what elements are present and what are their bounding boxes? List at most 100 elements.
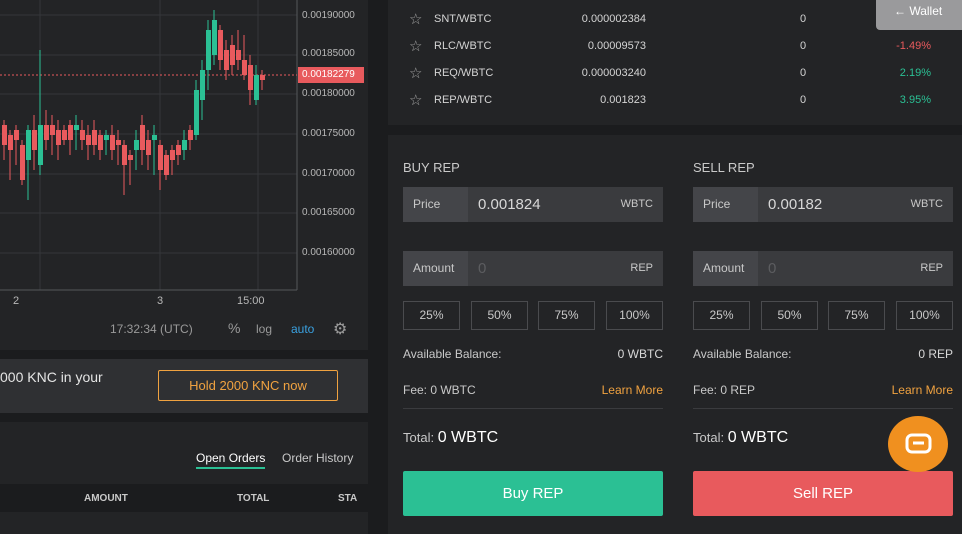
candle-body — [260, 75, 265, 80]
candle-body — [14, 130, 19, 140]
candle-body — [146, 140, 151, 155]
sell-button[interactable]: Sell REP — [693, 471, 953, 516]
price-axis: 0.00190000 0.00185000 0.00180000 0.00175… — [302, 0, 368, 290]
buy-25-button[interactable]: 25% — [403, 301, 460, 330]
market-change: 3.95% — [899, 94, 931, 106]
buy-50-button[interactable]: 50% — [471, 301, 528, 330]
market-volume: 0 — [800, 67, 807, 79]
log-scale-toggle[interactable]: log — [256, 322, 272, 336]
star-icon[interactable]: ☆ — [409, 64, 422, 82]
tab-open-orders[interactable]: Open Orders — [196, 451, 266, 469]
current-price-label: 0.00182279 — [298, 67, 364, 83]
divider — [693, 408, 953, 409]
market-row[interactable]: ☆ REP/WBTC 0.001823 0 3.95% — [388, 87, 962, 114]
sell-amount-input[interactable]: 0 — [768, 251, 776, 286]
candle-body — [158, 145, 163, 170]
price-label: Price — [693, 187, 758, 222]
candle-body — [176, 145, 181, 155]
price-tick: 0.00160000 — [302, 247, 355, 258]
buy-title: BUY REP — [403, 160, 460, 175]
market-pair: REQ/WBTC — [434, 67, 494, 79]
learn-more-link[interactable]: Learn More — [892, 383, 953, 397]
market-price: 0.000003240 — [581, 67, 646, 79]
candle-body — [254, 75, 259, 100]
candle-body — [38, 125, 43, 165]
candle-body — [80, 130, 85, 140]
price-chart-panel[interactable]: 0.00190000 0.00185000 0.00180000 0.00175… — [0, 0, 368, 350]
sell-50-button[interactable]: 50% — [761, 301, 818, 330]
price-unit: WBTC — [620, 198, 653, 210]
total-value: 0 WBTC — [727, 429, 789, 446]
star-icon[interactable]: ☆ — [409, 37, 422, 55]
candle-body — [2, 125, 7, 145]
auto-scale-toggle[interactable]: auto — [291, 322, 314, 336]
candle-body — [116, 140, 121, 145]
buy-amount-input[interactable]: 0 — [478, 251, 486, 286]
trade-panel: BUY REP Price 0.001824 WBTC Amount 0 REP… — [388, 135, 962, 534]
sell-amount-field[interactable]: Amount 0 REP — [693, 251, 953, 286]
candle-body — [152, 135, 157, 140]
candle-body — [164, 155, 169, 175]
percent-scale-toggle[interactable]: % — [228, 320, 240, 336]
promo-text: 000 KNC in your — [0, 369, 103, 385]
available-balance-value: 0 WBTC — [617, 347, 663, 361]
buy-price-input[interactable]: 0.001824 — [478, 187, 541, 222]
sell-25-button[interactable]: 25% — [693, 301, 750, 330]
candle-body — [128, 155, 133, 160]
star-icon[interactable]: ☆ — [409, 10, 422, 28]
buy-price-field[interactable]: Price 0.001824 WBTC — [403, 187, 663, 222]
total-label: Total: — [693, 430, 725, 445]
market-change: -1.49% — [896, 40, 931, 52]
price-unit: WBTC — [910, 198, 943, 210]
chat-button[interactable] — [888, 416, 948, 472]
time-tick: 3 — [157, 295, 164, 307]
buy-100-button[interactable]: 100% — [606, 301, 663, 330]
time-tick: 2 — [13, 295, 20, 307]
candlestick-chart[interactable] — [0, 0, 300, 292]
market-volume: 0 — [800, 40, 807, 52]
market-row[interactable]: ☆ REQ/WBTC 0.000003240 0 2.19% — [388, 60, 962, 87]
amount-label: Amount — [693, 251, 758, 286]
fee-text: Fee: 0 REP — [693, 383, 756, 397]
hold-knc-button[interactable]: Hold 2000 KNC now — [158, 370, 338, 401]
candle-body — [230, 45, 235, 65]
price-tick: 0.00165000 — [302, 207, 355, 218]
total-row: Total: 0 WBTC — [693, 429, 788, 447]
orders-table-header: AMOUNT TOTAL STA — [0, 484, 368, 512]
sell-price-field[interactable]: Price 0.00182 WBTC — [693, 187, 953, 222]
market-volume: 0 — [800, 94, 807, 106]
buy-button[interactable]: Buy REP — [403, 471, 663, 516]
sell-100-button[interactable]: 100% — [896, 301, 953, 330]
candle-body — [212, 20, 217, 55]
market-row[interactable]: ☆ RLC/WBTC 0.00009573 0 -1.49% — [388, 33, 962, 60]
available-balance-label: Available Balance: — [693, 347, 792, 361]
price-tick: 0.00170000 — [302, 168, 355, 179]
candle-body — [92, 130, 97, 145]
sell-75-button[interactable]: 75% — [828, 301, 885, 330]
column-header-status[interactable]: STA — [338, 493, 357, 504]
candle-body — [26, 130, 31, 160]
tab-order-history[interactable]: Order History — [282, 451, 353, 465]
total-label: Total: — [403, 430, 435, 445]
column-header-total[interactable]: TOTAL — [237, 493, 269, 504]
buy-amount-field[interactable]: Amount 0 REP — [403, 251, 663, 286]
gear-icon[interactable]: ⚙ — [333, 319, 347, 339]
market-pair: RLC/WBTC — [434, 40, 492, 52]
learn-more-link[interactable]: Learn More — [602, 383, 663, 397]
column-header-amount[interactable]: AMOUNT — [84, 493, 128, 504]
candle-body — [20, 145, 25, 180]
sell-price-input[interactable]: 0.00182 — [768, 187, 822, 222]
candle-body — [98, 135, 103, 150]
candle-body — [86, 135, 91, 145]
star-icon[interactable]: ☆ — [409, 91, 422, 109]
market-price: 0.00009573 — [587, 40, 646, 52]
wallet-button[interactable]: ← Wallet — [876, 0, 962, 30]
buy-75-button[interactable]: 75% — [538, 301, 595, 330]
candle-body — [110, 135, 115, 150]
market-pair: REP/WBTC — [434, 94, 493, 106]
candle-body — [224, 50, 229, 70]
total-row: Total: 0 WBTC — [403, 429, 498, 447]
exchange-screen: 0.00190000 0.00185000 0.00180000 0.00175… — [0, 0, 962, 534]
chat-icon — [905, 433, 932, 454]
candle-body — [62, 130, 67, 140]
